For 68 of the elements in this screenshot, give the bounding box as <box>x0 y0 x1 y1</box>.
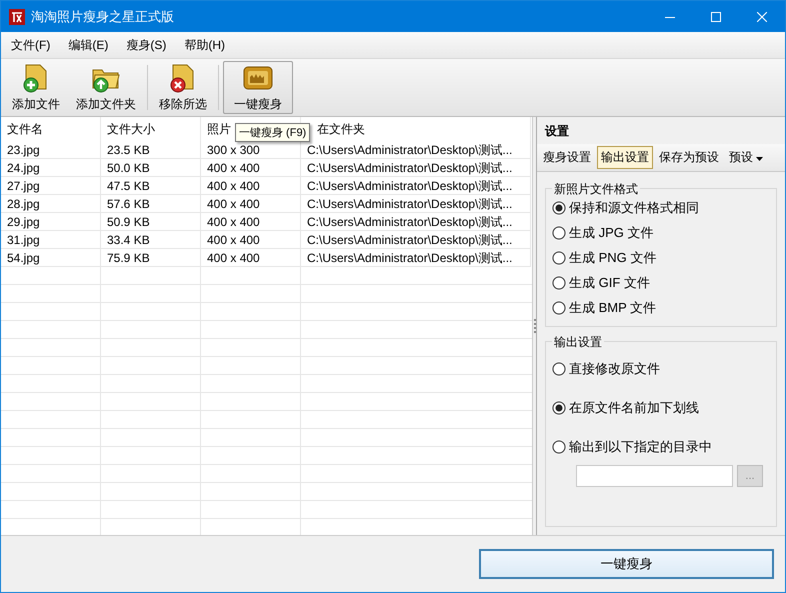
table-cell: 28.jpg <box>1 195 101 213</box>
radio-label[interactable]: 生成 GIF 文件 <box>569 274 650 292</box>
table-cell: C:\Users\Administrator\Desktop\测试... <box>301 159 531 177</box>
radio-button[interactable] <box>552 300 566 314</box>
radio-button[interactable] <box>552 226 566 240</box>
column-header[interactable]: 文件名 <box>1 117 101 141</box>
radio-label[interactable]: 在原文件名前加下划线 <box>569 399 699 417</box>
radio-button[interactable] <box>552 401 566 415</box>
radio-label[interactable]: 直接修改原文件 <box>569 360 660 378</box>
table-cell: 400 x 400 <box>201 195 301 213</box>
menu-item[interactable]: 文件(F) <box>1 34 58 56</box>
table-cell: C:\Users\Administrator\Desktop\测试... <box>301 177 531 195</box>
folder-path-field[interactable] <box>576 465 733 487</box>
slim-button[interactable]: 一键瘦身 <box>479 549 774 579</box>
radio-button[interactable] <box>552 362 566 376</box>
radio-button[interactable] <box>552 200 566 214</box>
toolbar-button[interactable]: 添加文件夹 <box>69 61 143 114</box>
table-cell: 27.jpg <box>1 177 101 195</box>
toolbar-button[interactable]: 一键瘦身 <box>223 61 293 114</box>
column-header[interactable]: 文件大小 <box>101 117 201 141</box>
table-cell: 24.jpg <box>1 159 101 177</box>
table-cell: 23.jpg <box>1 141 101 159</box>
table-cell: C:\Users\Administrator\Desktop\测试... <box>301 249 531 267</box>
radio-button[interactable] <box>552 250 566 264</box>
table-cell: 400 x 400 <box>201 213 301 231</box>
radio-button[interactable] <box>552 276 566 290</box>
toolbar-button[interactable]: 移除所选 <box>152 61 214 114</box>
table-cell: C:\Users\Administrator\Desktop\测试... <box>301 195 531 213</box>
tab[interactable]: 保存为预设 <box>655 146 723 169</box>
table-cell: C:\Users\Administrator\Desktop\测试... <box>301 141 531 159</box>
radio-label[interactable]: 生成 PNG 文件 <box>569 248 656 266</box>
window-title: 淘淘照片瘦身之星正式版 <box>31 8 175 26</box>
table-cell: 54.jpg <box>1 249 101 267</box>
table-cell: C:\Users\Administrator\Desktop\测试... <box>301 213 531 231</box>
table-cell: 50.0 KB <box>101 159 201 177</box>
radio-label[interactable]: 输出到以下指定的目录中 <box>569 438 712 456</box>
table-cell: 400 x 400 <box>201 177 301 195</box>
toolbar-button[interactable]: 添加文件 <box>5 61 67 114</box>
maximize-icon <box>711 12 721 22</box>
radio-button[interactable] <box>552 440 566 454</box>
table-cell: 29.jpg <box>1 213 101 231</box>
menu-item[interactable]: 编辑(E) <box>58 34 116 56</box>
caret-icon <box>756 157 764 161</box>
close-icon <box>757 12 767 22</box>
panel-title: 设置 <box>544 123 570 140</box>
dropdown-menu[interactable]: 预设 <box>725 146 768 169</box>
menu-item[interactable]: 帮助(H) <box>174 34 233 56</box>
radio-label[interactable]: 保持和源文件格式相同 <box>569 198 699 216</box>
radio-label[interactable]: 生成 BMP 文件 <box>569 298 656 316</box>
table-cell: 75.9 KB <box>101 249 201 267</box>
table-cell: 57.6 KB <box>101 195 201 213</box>
table-cell: 31.jpg <box>1 231 101 249</box>
group-title: 新照片文件格式 <box>552 181 640 198</box>
table-cell: 33.4 KB <box>101 231 201 249</box>
table-cell: 400 x 400 <box>201 249 301 267</box>
tooltip: 一键瘦身 (F9) <box>235 123 310 142</box>
table-cell: 47.5 KB <box>101 177 201 195</box>
table-cell: 50.9 KB <box>101 213 201 231</box>
menu-item[interactable]: 瘦身(S) <box>116 34 174 56</box>
tab[interactable]: 瘦身设置 <box>539 146 595 169</box>
table-cell: C:\Users\Administrator\Desktop\测试... <box>301 231 531 249</box>
tab[interactable]: 输出设置 <box>597 146 653 169</box>
table-cell: 400 x 400 <box>201 231 301 249</box>
table-cell: 400 x 400 <box>201 159 301 177</box>
table-cell: 23.5 KB <box>101 141 201 159</box>
radio-label[interactable]: 生成 JPG 文件 <box>569 224 654 242</box>
app-icon <box>9 8 25 24</box>
group-title: 输出设置 <box>552 334 604 351</box>
